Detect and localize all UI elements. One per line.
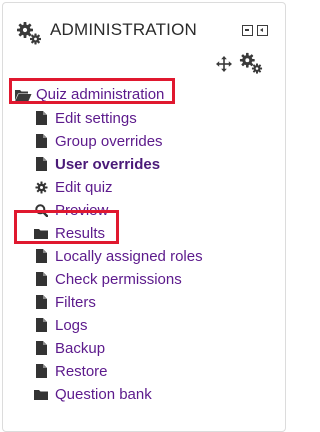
question-bank-label: Question bank — [55, 385, 152, 403]
file-icon — [34, 248, 48, 264]
results-item[interactable]: Results — [34, 222, 105, 244]
edit-settings-item[interactable]: Edit settings — [34, 107, 137, 129]
group-overrides-label: Group overrides — [55, 132, 163, 150]
check-permissions-label: Check permissions — [55, 270, 182, 288]
quiz-administration-node[interactable]: Quiz administration — [14, 83, 164, 106]
file-icon — [34, 110, 48, 126]
file-icon — [34, 294, 48, 310]
edit-quiz-label: Edit quiz — [55, 178, 113, 196]
restore-item[interactable]: Restore — [34, 360, 108, 382]
question-bank-item[interactable]: Question bank — [34, 383, 152, 405]
move-icon[interactable] — [216, 56, 232, 72]
filters-item[interactable]: Filters — [34, 291, 96, 313]
logs-label: Logs — [55, 316, 88, 334]
logs-item[interactable]: Logs — [34, 314, 88, 336]
quiz-administration-label: Quiz administration — [36, 86, 165, 103]
filters-label: Filters — [55, 293, 96, 311]
file-icon — [34, 271, 48, 287]
file-icon — [34, 317, 48, 333]
minimize-icon[interactable] — [242, 25, 253, 36]
preview-item[interactable]: Preview — [34, 199, 108, 221]
gear-icon — [34, 179, 48, 195]
locally-assigned-roles-label: Locally assigned roles — [55, 247, 203, 265]
restore-label: Restore — [55, 362, 108, 380]
folder-icon — [34, 386, 48, 402]
results-label: Results — [55, 224, 106, 242]
group-overrides-item[interactable]: Group overrides — [34, 130, 163, 152]
locally-assigned-roles-item[interactable]: Locally assigned roles — [34, 245, 203, 267]
dock-icon[interactable] — [257, 25, 268, 36]
search-icon — [34, 202, 48, 218]
backup-item[interactable]: Backup — [34, 337, 105, 359]
folder-open-icon — [14, 88, 32, 102]
file-icon — [34, 363, 48, 379]
file-icon — [34, 156, 48, 172]
edit-settings-label: Edit settings — [55, 109, 137, 127]
block-title: ADMINISTRATION — [50, 20, 197, 39]
check-permissions-item[interactable]: Check permissions — [34, 268, 182, 290]
edit-quiz-item[interactable]: Edit quiz — [34, 176, 113, 198]
gears-icon — [16, 20, 42, 46]
backup-label: Backup — [55, 339, 106, 357]
gears-icon[interactable] — [239, 51, 263, 75]
folder-icon — [34, 225, 48, 241]
preview-label: Preview — [55, 201, 109, 219]
file-icon — [34, 133, 48, 149]
file-icon — [34, 340, 48, 356]
administration-block: ADMINISTRATION Quiz administration Edit … — [2, 2, 286, 432]
user-overrides-label: User overrides — [55, 155, 161, 173]
user-overrides-item[interactable]: User overrides — [34, 153, 160, 175]
block-header: ADMINISTRATION — [3, 3, 285, 79]
